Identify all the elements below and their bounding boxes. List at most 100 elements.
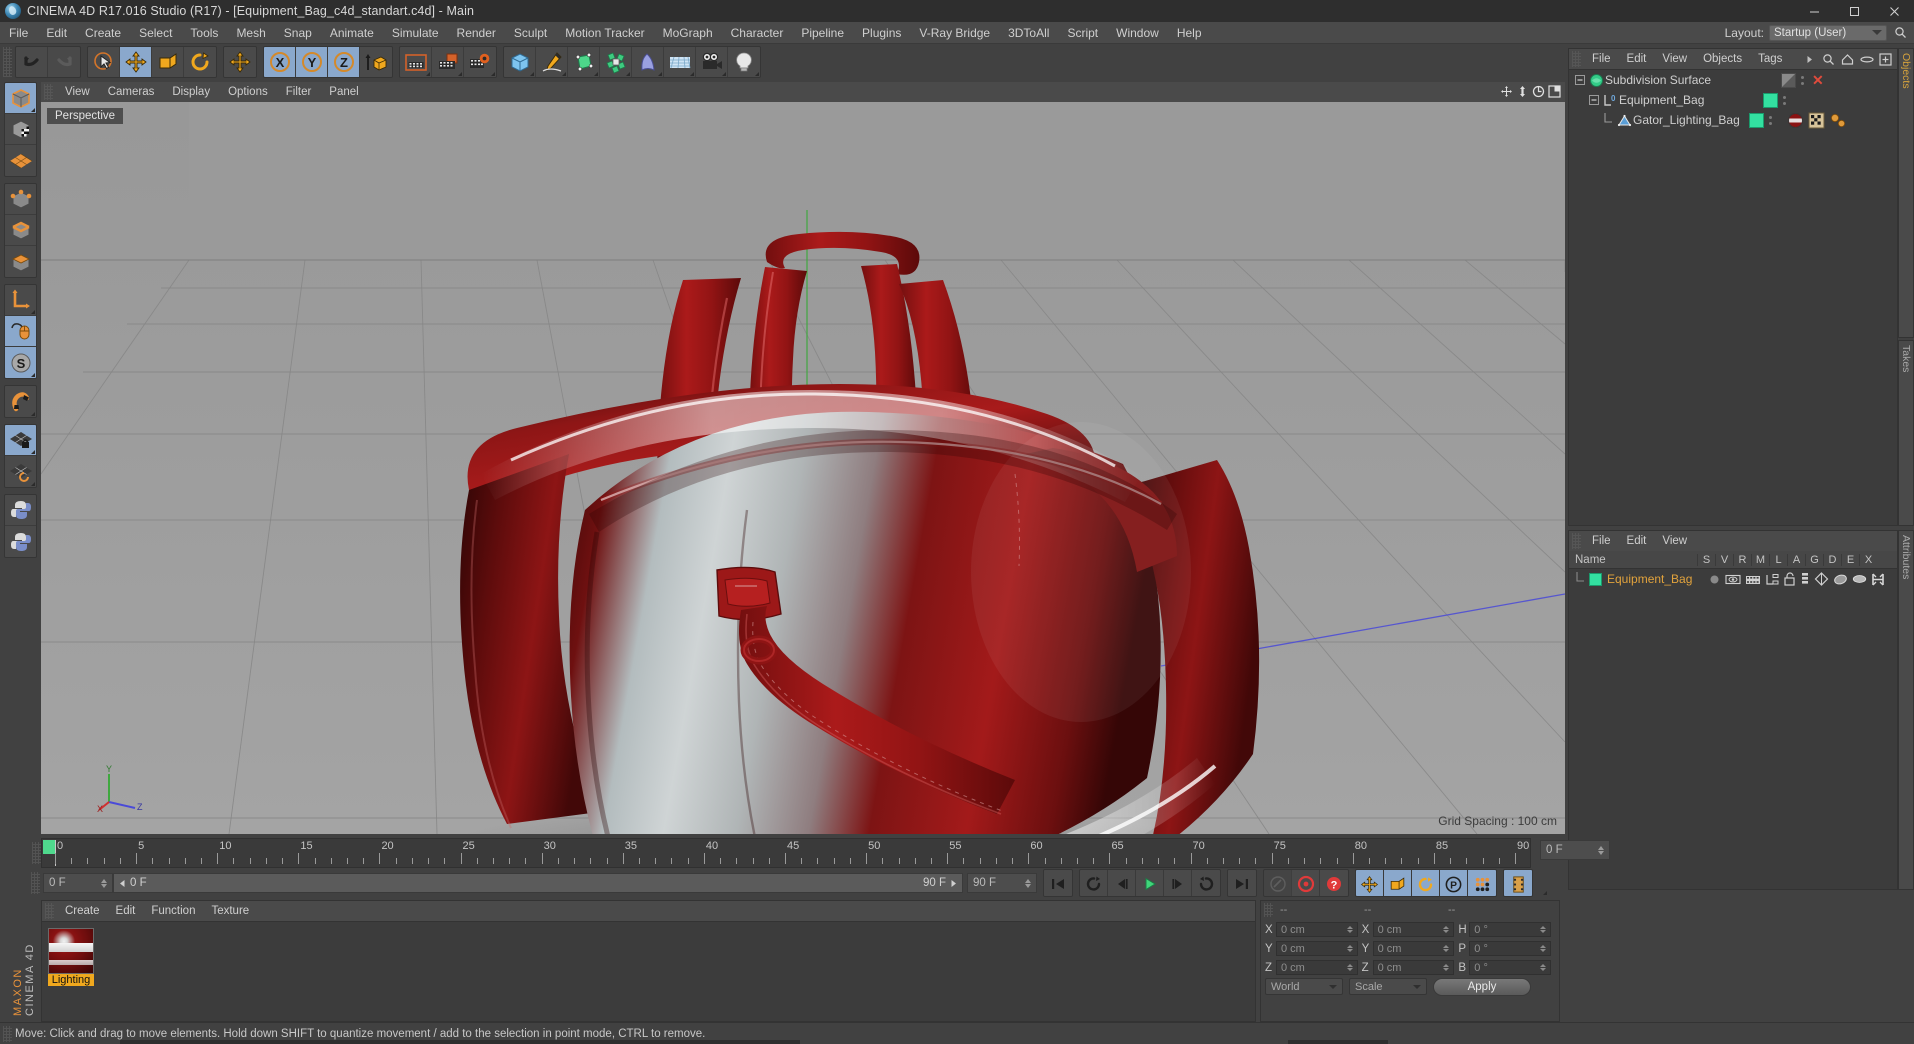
deformer-icon[interactable] (1833, 572, 1848, 586)
column-a[interactable]: A (1787, 553, 1805, 566)
world-object-coord-button[interactable] (360, 47, 392, 77)
point-mode-button[interactable] (5, 184, 36, 215)
add-nurbs-button[interactable] (568, 47, 600, 77)
menu-plugins[interactable]: Plugins (853, 22, 910, 44)
layer-icon[interactable] (1765, 573, 1779, 586)
add-spline-button[interactable] (536, 47, 568, 77)
record-param-button[interactable]: P (1440, 870, 1468, 896)
layout-select[interactable]: Startup (User) (1769, 24, 1887, 41)
viewport-menu-view[interactable]: View (56, 82, 99, 102)
add-cube-button[interactable] (504, 47, 536, 77)
position-x-input[interactable]: 0 cm (1275, 922, 1358, 937)
object-row-subdivision-surface[interactable]: Subdivision Surface ✕ (1569, 70, 1897, 90)
column-g[interactable]: G (1805, 553, 1823, 566)
matmgr-menu-edit[interactable]: Edit (108, 901, 144, 921)
pan-icon[interactable] (1499, 84, 1513, 98)
object-dots[interactable] (1769, 115, 1772, 125)
menu-simulate[interactable]: Simulate (383, 22, 448, 44)
move-tool-button[interactable] (120, 47, 152, 77)
size-x-input[interactable]: 0 cm (1372, 922, 1455, 937)
matmgr-menu-function[interactable]: Function (143, 901, 203, 921)
frame-range-track[interactable]: 0 F 90 F (113, 873, 963, 893)
tab-takes[interactable]: Takes (1898, 340, 1914, 526)
objmgr-menu-objects[interactable]: Objects (1695, 49, 1750, 69)
column-r[interactable]: R (1733, 553, 1751, 566)
spinner-icon[interactable] (101, 878, 107, 888)
motion-icon[interactable] (1871, 573, 1885, 586)
generator-icon[interactable] (1814, 572, 1829, 586)
go-to-end-button[interactable] (1228, 870, 1256, 896)
column-v[interactable]: V (1715, 553, 1733, 566)
scale-tool-button[interactable] (152, 47, 184, 77)
workplane-lock-button[interactable] (5, 425, 36, 456)
polygon-mode-button[interactable] (5, 246, 36, 277)
tab-objects[interactable]: Objects (1898, 48, 1914, 338)
timeline-grip[interactable] (32, 842, 41, 864)
column-d[interactable]: D (1823, 553, 1841, 566)
material-tag[interactable] (1787, 112, 1804, 129)
visibility-icon[interactable] (1725, 573, 1741, 586)
material-item-lighting[interactable]: Lighting (48, 928, 94, 986)
layermgr-menu-file[interactable]: File (1584, 531, 1619, 551)
magnet-button[interactable] (5, 386, 36, 417)
menu-pipeline[interactable]: Pipeline (792, 22, 853, 44)
objmgr-menu-tags[interactable]: Tags (1750, 49, 1790, 69)
objmgr-menu-file[interactable]: File (1584, 49, 1619, 69)
objmgr-menu-view[interactable]: View (1654, 49, 1695, 69)
column-m[interactable]: M (1751, 553, 1769, 566)
edge-mode-button[interactable] (5, 215, 36, 246)
workplane-rotate-button[interactable] (5, 456, 36, 487)
play-button[interactable] (1136, 870, 1164, 896)
material-thumbnail[interactable] (48, 928, 94, 974)
spinner-icon[interactable] (1598, 845, 1604, 855)
python-generator-button[interactable] (5, 526, 36, 557)
expression-icon[interactable] (1852, 573, 1867, 585)
viewport-menu-cameras[interactable]: Cameras (99, 82, 164, 102)
step-back-button[interactable] (1108, 870, 1136, 896)
previous-key-button[interactable] (1080, 870, 1108, 896)
python-script-button[interactable] (5, 495, 36, 526)
list-icon[interactable] (1800, 572, 1810, 586)
phong-tag[interactable] (1829, 112, 1847, 129)
coordinate-grip[interactable] (1264, 903, 1273, 917)
add-deformer-button[interactable] (632, 47, 664, 77)
viewport-grip[interactable] (44, 84, 53, 100)
minimize-button[interactable] (1794, 0, 1834, 22)
render-settings-button[interactable] (464, 47, 496, 77)
layer-row-equipment-bag[interactable]: Equipment_Bag (1569, 569, 1897, 589)
viewport-solo-button[interactable] (5, 316, 36, 347)
object-delete-icon[interactable]: ✕ (1812, 73, 1824, 87)
menu-vray-bridge[interactable]: V-Ray Bridge (910, 22, 999, 44)
apply-button[interactable]: Apply (1433, 977, 1531, 996)
record-position-button[interactable] (1356, 870, 1384, 896)
ellipse-icon[interactable] (1859, 52, 1874, 67)
search-icon[interactable] (1892, 25, 1908, 41)
menu-script[interactable]: Script (1058, 22, 1107, 44)
menu-animate[interactable]: Animate (321, 22, 383, 44)
perspective-viewport[interactable]: Perspective Grid Spacing : 100 cm Y X Z (41, 102, 1565, 834)
add-camera-button[interactable] (696, 47, 728, 77)
render-to-picture-viewer-button[interactable] (432, 47, 464, 77)
render-view-button[interactable] (400, 47, 432, 77)
object-enable-toggle[interactable] (1781, 72, 1796, 88)
column-e[interactable]: E (1841, 553, 1859, 566)
menu-help[interactable]: Help (1168, 22, 1211, 44)
arrow-right-icon[interactable] (1802, 52, 1817, 67)
redo-button[interactable] (48, 47, 80, 77)
record-rotation-button[interactable] (1412, 870, 1440, 896)
move-axis-button[interactable] (224, 47, 256, 77)
layermgr-menu-edit[interactable]: Edit (1619, 531, 1655, 551)
texture-mode-button[interactable] (5, 114, 36, 145)
search-icon[interactable] (1821, 52, 1836, 67)
rotate-icon[interactable] (1531, 84, 1545, 98)
undo-button[interactable] (16, 47, 48, 77)
add-floor-button[interactable] (664, 47, 696, 77)
object-row-equipment-bag[interactable]: 0 Equipment_Bag (1569, 90, 1897, 110)
y-axis-lock-button[interactable]: Y (296, 47, 328, 77)
close-button[interactable] (1874, 0, 1914, 22)
z-axis-lock-button[interactable]: Z (328, 47, 360, 77)
coordinate-system-select[interactable]: World (1265, 978, 1343, 995)
rotate-tool-button[interactable] (184, 47, 216, 77)
home-icon[interactable] (1840, 52, 1855, 67)
axis-modify-button[interactable] (5, 285, 36, 316)
